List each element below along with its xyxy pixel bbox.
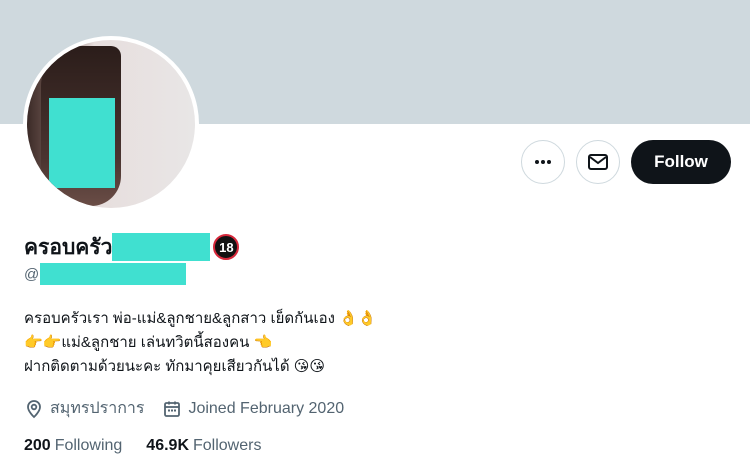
avatar-image: [27, 40, 195, 208]
followers-link[interactable]: 46.9K Followers: [146, 437, 261, 455]
calendar-icon: [164, 401, 181, 417]
face-redaction: [49, 98, 115, 188]
following-link[interactable]: 200 Following: [24, 437, 122, 455]
followers-label: Followers: [193, 437, 262, 454]
bio-line: ครอบครัวเรา พ่อ-แม่&ลูกชาย&ลูกสาว เย็ดกั…: [24, 310, 377, 327]
joined-item: Joined February 2020: [162, 399, 344, 419]
location-text: สมุทรปราการ: [50, 400, 145, 417]
message-button[interactable]: [576, 140, 620, 184]
handle-at: @: [24, 265, 40, 283]
more-button[interactable]: [521, 140, 565, 184]
handle-row: @: [24, 263, 187, 285]
age-badge-label: 18: [219, 239, 234, 255]
following-label: Following: [54, 437, 123, 454]
follow-stats: 200 Following 46.9K Followers: [24, 437, 285, 455]
display-name-row: ครอบครัว 18: [24, 233, 240, 261]
avatar[interactable]: [23, 36, 199, 212]
joined-text: Joined February 2020: [188, 399, 345, 417]
display-name: ครอบครัว: [24, 235, 113, 259]
bio-line: ฝากติดตามด้วยนะคะ ทักมาคุยเสียวกันได้ 😘😘: [24, 358, 326, 375]
more-horizontal-icon: [535, 160, 551, 164]
no-under-18-badge: 18: [213, 234, 240, 260]
name-redaction: [112, 233, 211, 261]
follow-button[interactable]: Follow: [631, 140, 731, 184]
followers-count: 46.9K: [146, 437, 189, 454]
location-item: สมุทรปราการ: [24, 396, 144, 421]
bio-line: 👉👉แม่&ลูกชาย เล่นทวิตนี้สองคน 👈: [24, 334, 273, 351]
location-pin-icon: [27, 399, 41, 418]
profile-meta: สมุทรปราการ Joined February 2020: [24, 396, 362, 421]
following-count: 200: [24, 437, 51, 454]
handle-redaction: [40, 263, 187, 285]
bio: ครอบครัวเรา พ่อ-แม่&ลูกชาย&ลูกสาว เย็ดกั…: [24, 307, 376, 379]
envelope-icon: [588, 154, 608, 170]
